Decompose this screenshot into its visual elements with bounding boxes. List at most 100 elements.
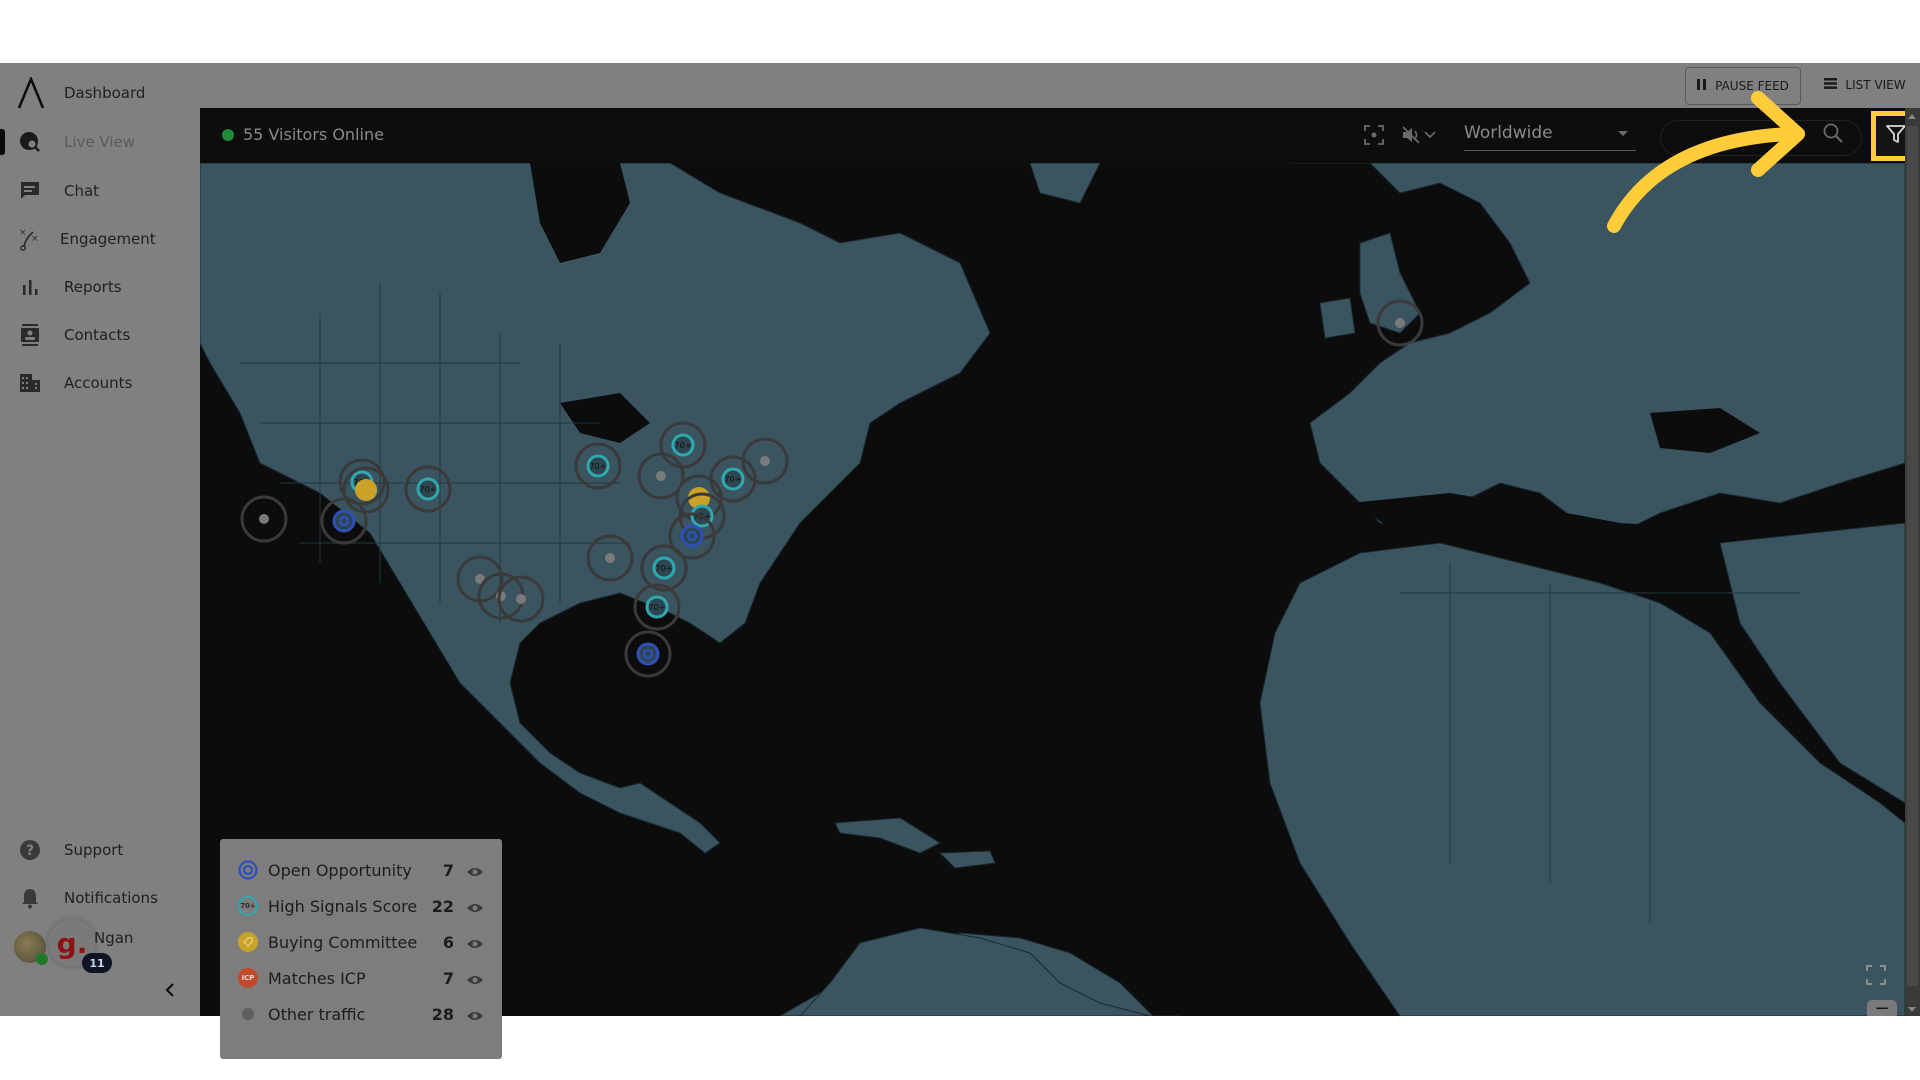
- map-header: 55 Visitors Online Worldwide Filter: [200, 108, 1920, 184]
- landmass-europe: [1290, 163, 1905, 534]
- chevron-down-icon[interactable]: [1422, 123, 1438, 147]
- eye-icon[interactable]: [466, 971, 486, 985]
- legend-label: High Signals Score: [268, 896, 418, 916]
- building-icon: [18, 371, 42, 395]
- landmass-cuba: [834, 817, 942, 854]
- legend-item-buying-committee[interactable]: Buying Committee 6: [238, 927, 488, 957]
- scroll-up-icon[interactable]: [1908, 114, 1916, 119]
- visitor-marker-other[interactable]: [760, 456, 770, 466]
- sidebar-item-label: Live View: [64, 133, 135, 151]
- visitor-marker-other[interactable]: [605, 553, 615, 563]
- legend-item-other-traffic[interactable]: Other traffic 28: [238, 999, 488, 1029]
- region-select[interactable]: Worldwide: [1464, 116, 1636, 151]
- marker-score-label: 70+: [649, 603, 666, 612]
- globe-search-icon: [18, 130, 42, 154]
- online-status-dot: [36, 953, 48, 965]
- marker-score-label: 70+: [656, 564, 673, 573]
- scroll-down-icon[interactable]: [1908, 1007, 1916, 1012]
- sidebar-item-reports[interactable]: Reports: [0, 267, 200, 307]
- legend-label: Open Opportunity: [268, 860, 412, 880]
- map-legend: Open Opportunity 7 70+ High Signals Scor…: [220, 839, 502, 1059]
- eye-icon[interactable]: [466, 935, 486, 949]
- strategy-icon: × ×: [18, 227, 42, 251]
- top-toolbar: PAUSE FEED LIST VIEW: [200, 63, 1920, 108]
- bar-chart-icon: [18, 275, 42, 299]
- visitor-marker-opp[interactable]: [636, 642, 660, 666]
- svg-text:?: ?: [26, 843, 34, 859]
- legend-count: 7: [442, 860, 454, 880]
- visitor-marker-other[interactable]: [516, 594, 526, 604]
- eye-icon[interactable]: [466, 899, 486, 913]
- marker-score-label: 70+: [590, 462, 607, 471]
- pause-feed-label: PAUSE FEED: [1715, 79, 1789, 93]
- sidebar-item-label: Notifications: [64, 889, 158, 907]
- list-view-label: LIST VIEW: [1845, 78, 1906, 92]
- marker-score-label: 70+: [675, 441, 692, 450]
- landmass-greenland: [1029, 163, 1101, 204]
- zoom-out-button[interactable]: −: [1867, 998, 1897, 1019]
- landmass-ireland: [1319, 297, 1356, 339]
- visitor-marker-other[interactable]: [259, 514, 269, 524]
- visitors-online-status: 55 Visitors Online: [222, 125, 384, 144]
- svg-text:×: ×: [19, 228, 27, 238]
- notification-count-badge: 11: [82, 953, 112, 973]
- marker-score-label: 70+: [725, 475, 742, 484]
- search-icon[interactable]: [1822, 122, 1844, 148]
- user-name: Ngan: [94, 929, 134, 947]
- filter-icon: [1885, 123, 1907, 149]
- sidebar-item-label: Accounts: [64, 374, 133, 392]
- map-scrollbar[interactable]: [1905, 108, 1920, 1016]
- target-icon: [238, 860, 258, 880]
- legend-label: Matches ICP: [268, 968, 366, 988]
- sidebar-item-label: Dashboard: [64, 84, 146, 102]
- sidebar-item-support[interactable]: ? Support: [0, 830, 200, 870]
- landmass-hispaniola: [938, 850, 996, 869]
- contact-card-icon: [18, 323, 42, 347]
- sound-off-icon[interactable]: [1400, 123, 1424, 147]
- legend-count: 28: [431, 1004, 454, 1024]
- icp-icon: ICP: [238, 968, 258, 988]
- pause-feed-button[interactable]: PAUSE FEED: [1685, 67, 1801, 105]
- marker-score-label: 70+: [420, 485, 437, 494]
- help-icon: ?: [18, 838, 42, 862]
- sidebar-item-contacts[interactable]: Contacts: [0, 315, 200, 355]
- visitor-marker-other[interactable]: [1395, 318, 1405, 328]
- legend-item-open-opportunity[interactable]: Open Opportunity 7: [238, 855, 488, 885]
- list-view-button[interactable]: LIST VIEW: [1810, 67, 1920, 103]
- recenter-icon[interactable]: [1362, 123, 1386, 147]
- tag-icon: [238, 932, 258, 952]
- bell-icon: [18, 886, 42, 910]
- search-input[interactable]: [1675, 121, 1829, 153]
- visitor-marker-buy[interactable]: [355, 479, 377, 501]
- dot-icon: [238, 1004, 258, 1024]
- score-ring-icon: 70+: [238, 896, 258, 916]
- legend-count: 22: [431, 896, 454, 916]
- landmass-uk: [1359, 232, 1421, 334]
- eye-icon[interactable]: [466, 1007, 486, 1021]
- sidebar-item-chat[interactable]: Chat: [0, 171, 200, 211]
- sidebar-item-accounts[interactable]: Accounts: [0, 363, 200, 403]
- legend-item-matches-icp[interactable]: ICP Matches ICP 7: [238, 963, 488, 993]
- legend-label: Other traffic: [268, 1004, 366, 1024]
- pause-icon: [1697, 79, 1707, 93]
- svg-text:×: ×: [31, 234, 39, 244]
- sidebar: Dashboard Live View Chat ×× Engagement: [0, 63, 200, 1016]
- visitors-online-label: 55 Visitors Online: [243, 125, 384, 144]
- sidebar-item-notifications[interactable]: Notifications: [0, 878, 200, 918]
- legend-item-high-signals-score[interactable]: 70+ High Signals Score 22: [238, 891, 488, 921]
- sidebar-item-engagement[interactable]: × × Engagement: [0, 219, 200, 259]
- chevron-left-icon[interactable]: [164, 979, 176, 1003]
- legend-label: Buying Committee: [268, 932, 418, 952]
- visitor-marker-opp[interactable]: [332, 509, 356, 533]
- sidebar-item-label: Support: [64, 841, 124, 859]
- legend-count: 7: [442, 968, 454, 988]
- visitor-marker-opp[interactable]: [680, 524, 704, 548]
- sidebar-item-live-view[interactable]: Live View: [0, 122, 200, 162]
- scrollbar-thumb[interactable]: [1907, 126, 1918, 986]
- eye-icon[interactable]: [466, 863, 486, 877]
- fullscreen-icon[interactable]: [1866, 965, 1890, 989]
- legend-count: 6: [442, 932, 454, 952]
- sidebar-item-dashboard[interactable]: Dashboard: [0, 73, 200, 113]
- visitor-marker-other[interactable]: [656, 471, 666, 481]
- sidebar-item-label: Reports: [64, 278, 122, 296]
